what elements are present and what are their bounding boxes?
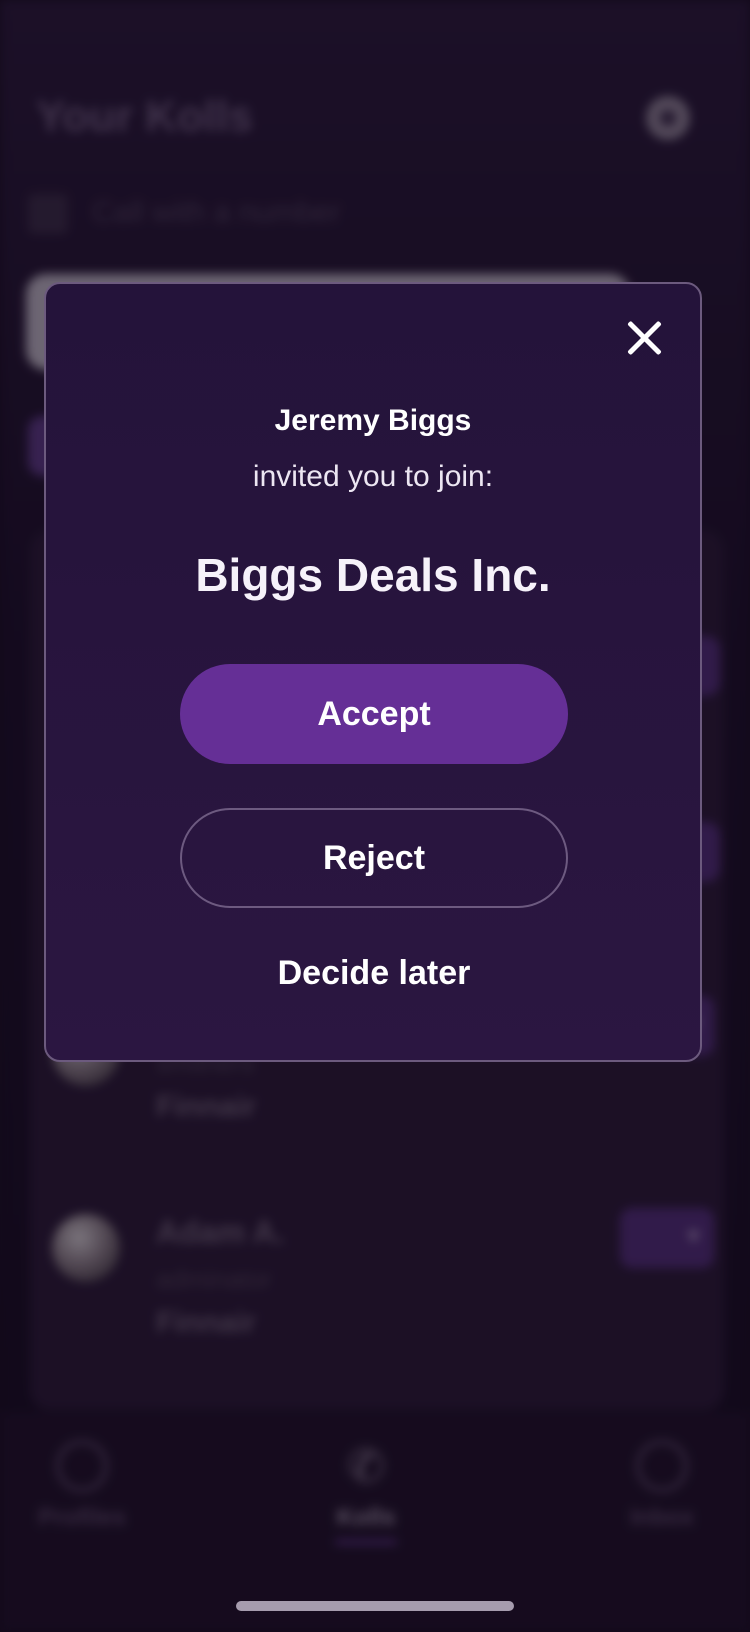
- decide-later-button[interactable]: Decide later: [180, 954, 568, 993]
- reject-button[interactable]: Reject: [180, 808, 568, 908]
- inviter-name: Jeremy Biggs: [274, 404, 472, 437]
- home-indicator[interactable]: [236, 1601, 514, 1611]
- organization-name: Biggs Deals Inc.: [195, 549, 551, 601]
- close-icon[interactable]: [620, 314, 668, 362]
- invitation-message: invited you to join:: [252, 460, 494, 493]
- accept-button[interactable]: Accept: [180, 664, 568, 764]
